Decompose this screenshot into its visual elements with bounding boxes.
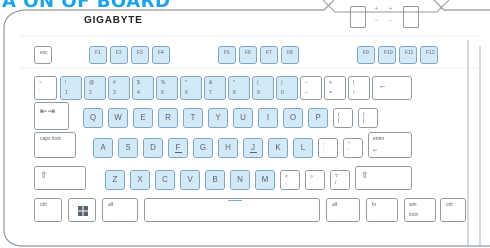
key-f12[interactable]: F12 — [420, 46, 438, 64]
key-win-lock[interactable]: win lock — [404, 198, 436, 222]
key-r[interactable]: R — [158, 108, 178, 128]
key-p[interactable]: P — [308, 108, 328, 128]
key-t[interactable]: T — [183, 108, 203, 128]
key-enter[interactable]: enter ↵ — [368, 132, 412, 158]
key-b[interactable]: B — [205, 170, 225, 190]
key-7[interactable]: & 7 — [204, 76, 226, 100]
key-s[interactable]: S — [118, 138, 138, 158]
panel-plus-label: + — [375, 6, 378, 12]
key-m[interactable]: M — [255, 170, 275, 190]
key-3[interactable]: #3 — [108, 76, 130, 100]
key-w[interactable]: W — [108, 108, 128, 128]
key-5[interactable]: % 5 — [156, 76, 178, 100]
keyboard: GIGABYTE + − + − esc F1 F2 F3 F4 F5 F6 F… — [0, 0, 490, 248]
key-g[interactable]: G — [193, 138, 213, 158]
key-f5[interactable]: F5 — [218, 46, 236, 64]
key-j[interactable]: J — [243, 138, 263, 158]
key-c[interactable]: C — [155, 170, 175, 190]
key-minus[interactable]: − – — [300, 76, 322, 100]
key-4[interactable]: $4 — [132, 76, 154, 100]
key-backspace[interactable]: ← — [372, 76, 412, 100]
panel-small-plus-label: + — [389, 6, 392, 12]
key-e[interactable]: E — [133, 108, 153, 128]
key-f8[interactable]: F8 — [281, 46, 299, 64]
key-h[interactable]: H — [218, 138, 238, 158]
key-shift-right[interactable]: ⇧ — [355, 166, 412, 190]
key-left-bracket[interactable]: {[ — [333, 108, 353, 128]
key-tab[interactable]: ⇤⇥ — [34, 102, 69, 130]
key-f11[interactable]: F11 — [399, 46, 417, 64]
key-shift-left[interactable]: ⇧ — [34, 166, 86, 190]
key-f6[interactable]: F6 — [239, 46, 257, 64]
key-f4[interactable]: F4 — [152, 46, 170, 64]
key-alt-right[interactable]: alt — [326, 198, 360, 222]
key-n[interactable]: N — [230, 170, 250, 190]
key-slash[interactable]: ? / — [330, 170, 350, 190]
key-period[interactable]: >. — [305, 170, 325, 190]
key-fn[interactable]: fn — [366, 198, 398, 222]
windows-icon — [78, 206, 88, 216]
key-z[interactable]: Z — [105, 170, 125, 190]
key-ctrl-right[interactable]: ctrl — [440, 198, 466, 222]
key-comma[interactable]: <, — [280, 170, 300, 190]
home-row-bump — [175, 152, 182, 153]
key-right-bracket[interactable]: }] — [358, 108, 378, 128]
key-y[interactable]: Y — [208, 108, 228, 128]
key-2[interactable]: @2 — [84, 76, 106, 100]
panel-small-minus-label: − — [389, 18, 392, 24]
key-9[interactable]: (9 — [252, 76, 274, 100]
volume-wheel[interactable] — [350, 6, 366, 28]
key-windows[interactable] — [68, 198, 96, 222]
key-ctrl-left[interactable]: ctrl — [34, 198, 62, 222]
home-row-bump — [250, 152, 257, 153]
key-0[interactable]: ) 0 — [276, 76, 298, 100]
key-backtick[interactable]: ~ ` — [34, 76, 57, 100]
key-semicolon[interactable]: :; — [318, 138, 338, 158]
key-quote[interactable]: " ' — [343, 138, 363, 158]
key-f9[interactable]: F9 — [357, 46, 375, 64]
control-wheel[interactable] — [403, 6, 419, 28]
key-alt-left[interactable]: alt — [102, 198, 138, 222]
key-6[interactable]: ^ 6 — [180, 76, 202, 100]
key-o[interactable]: O — [283, 108, 303, 128]
key-space[interactable] — [144, 198, 320, 222]
key-f10[interactable]: F10 — [378, 46, 396, 64]
key-v[interactable]: V — [180, 170, 200, 190]
key-f2[interactable]: F2 — [110, 46, 128, 64]
media-panel: + − + − — [323, 0, 437, 32]
key-8[interactable]: * 8 — [228, 76, 250, 100]
key-equals[interactable]: + = — [324, 76, 346, 100]
key-f7[interactable]: F7 — [260, 46, 278, 64]
key-d[interactable]: D — [143, 138, 163, 158]
key-k[interactable]: K — [268, 138, 288, 158]
key-q[interactable]: Q — [83, 108, 103, 128]
key-backslash[interactable]: | \ — [348, 76, 370, 100]
key-1[interactable]: ! 1 — [60, 76, 82, 100]
key-a[interactable]: A — [93, 138, 113, 158]
key-f[interactable]: F — [168, 138, 188, 158]
key-u[interactable]: U — [233, 108, 253, 128]
panel-minus-label: − — [375, 18, 378, 24]
gigabyte-logo: GIGABYTE — [84, 15, 143, 26]
key-x[interactable]: X — [130, 170, 150, 190]
key-f1[interactable]: F1 — [89, 46, 107, 64]
key-l[interactable]: L — [293, 138, 313, 158]
key-i[interactable]: I — [258, 108, 278, 128]
key-caps-lock[interactable]: caps lock — [34, 132, 76, 158]
space-indicator — [228, 200, 242, 201]
key-f3[interactable]: F3 — [131, 46, 149, 64]
key-esc[interactable]: esc — [34, 46, 52, 64]
